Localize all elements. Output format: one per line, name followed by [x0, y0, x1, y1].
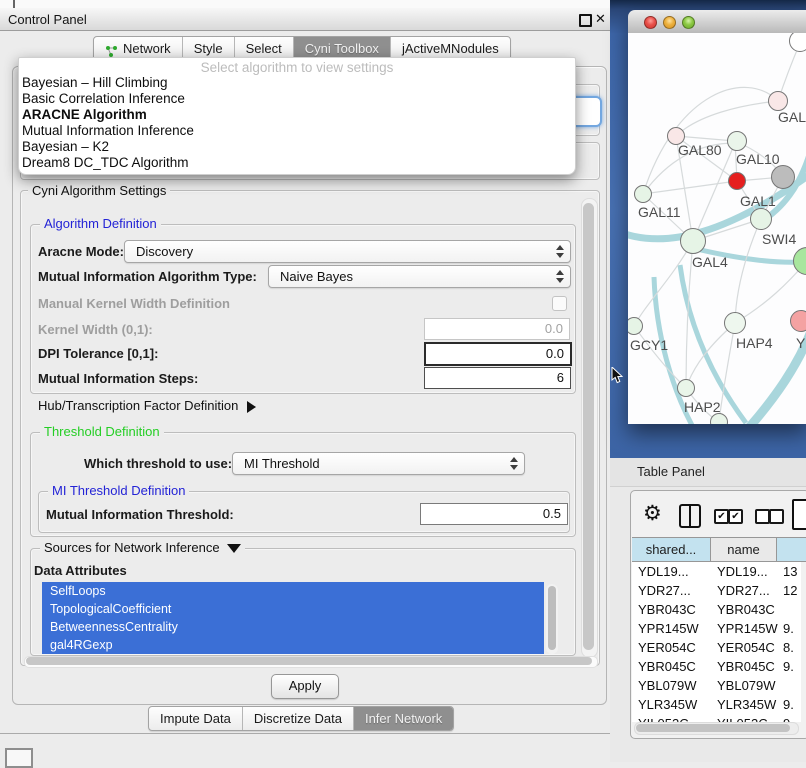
network-node-label: GAL4	[692, 254, 728, 270]
algorithm-option[interactable]: Bayesian – K2	[22, 139, 109, 155]
network-node[interactable]	[727, 131, 747, 151]
kernel-width-label: Kernel Width (0,1):	[38, 322, 153, 337]
network-node-label: GAL80	[678, 142, 722, 158]
network-node[interactable]	[728, 172, 746, 190]
algorithm-option[interactable]: Basic Correlation Inference	[22, 91, 185, 107]
top-strip-divider	[13, 0, 15, 8]
cyni-settings-title: Cyni Algorithm Settings	[28, 184, 170, 198]
stepper-arrows-icon	[510, 456, 519, 471]
algorithm-option[interactable]: Dream8 DC_TDC Algorithm	[22, 155, 189, 171]
algorithm-option[interactable]: Bayesian – Hill Climbing	[22, 75, 168, 91]
data-attributes-label: Data Attributes	[34, 563, 127, 578]
apply-button[interactable]: Apply	[271, 674, 339, 699]
close-icon[interactable]: ✕	[595, 10, 606, 28]
mi-type-label: Mutual Information Algorithm Type:	[38, 269, 257, 284]
algorithm-dropdown-list: Select algorithm to view settings Bayesi…	[18, 57, 576, 175]
threshold-definition-title: Threshold Definition	[40, 425, 164, 439]
dropdown-placeholder: Select algorithm to view settings	[19, 60, 575, 75]
split-columns-icon[interactable]	[679, 504, 701, 528]
aracne-mode-label: Aracne Mode:	[38, 244, 124, 259]
network-view-window[interactable]: GAL GAL80 GAL10 GAL1 GAL11 SWI4 GAL4 GCY1 HAP4 Y H…	[628, 10, 806, 424]
algorithm-definition-title: Algorithm Definition	[40, 217, 161, 231]
tab-infer-network[interactable]: Infer Network	[353, 707, 453, 730]
data-attribute-item[interactable]: BetweennessCentrality	[42, 618, 544, 636]
control-panel-titlebar[interactable]	[0, 8, 610, 31]
which-threshold-select[interactable]: MI Threshold	[232, 452, 525, 475]
data-attribute-item[interactable]: SelfLoops	[42, 582, 544, 600]
mi-steps-field[interactable]: 6	[424, 367, 571, 389]
column-header-shared-name[interactable]: shared...	[632, 537, 711, 562]
mi-steps-label: Mutual Information Steps:	[38, 371, 198, 386]
checked-checkbox-icon[interactable]: ✔	[728, 509, 743, 524]
table-rows[interactable]: YDL19...YDL19...13 YDR27...YDR27...12 YB…	[632, 562, 801, 722]
control-panel-title: Control Panel	[8, 11, 87, 28]
network-node-label: Y	[796, 335, 805, 351]
network-node[interactable]	[790, 310, 806, 332]
dpi-tolerance-label: DPI Tolerance [0,1]:	[38, 346, 158, 361]
network-node-label: GAL	[778, 109, 806, 125]
checked-checkbox-icon[interactable]: ✔	[714, 509, 729, 524]
stepper-arrows-icon	[556, 269, 565, 284]
column-header-name[interactable]: name	[711, 537, 777, 562]
data-attributes-list[interactable]: SelfLoops TopologicalCoefficient Between…	[42, 582, 544, 654]
unchecked-checkbox-icon[interactable]	[755, 509, 770, 524]
network-node-label: SWI4	[762, 231, 796, 247]
network-node[interactable]	[634, 185, 652, 203]
settings-horizontal-scrollbar-thumb[interactable]	[26, 657, 592, 665]
table-panel-title: Table Panel	[637, 464, 705, 479]
bottom-tabbar: Impute Data Discretize Data Infer Networ…	[148, 706, 454, 731]
network-node-label: HAP2	[684, 399, 721, 415]
expand-right-icon	[247, 401, 256, 413]
network-icon	[105, 42, 118, 55]
float-window-icon[interactable]	[579, 14, 592, 27]
network-node-label: HAP4	[736, 335, 773, 351]
mi-type-select[interactable]: Naive Bayes	[268, 265, 571, 288]
table-horizontal-scrollbar-thumb[interactable]	[636, 724, 790, 732]
zoom-traffic-light-icon[interactable]	[682, 16, 695, 29]
algorithm-option[interactable]: Mutual Information Inference	[22, 123, 194, 139]
network-node[interactable]	[771, 165, 795, 189]
network-canvas[interactable]: GAL GAL80 GAL10 GAL1 GAL11 SWI4 GAL4 GCY1 HAP4 Y H…	[628, 33, 806, 424]
partial-bottom-icon[interactable]	[5, 748, 33, 768]
unchecked-checkbox-icon[interactable]	[769, 509, 784, 524]
expand-down-icon	[227, 544, 241, 553]
tab-impute-data[interactable]: Impute Data	[149, 707, 242, 730]
settings-gear-icon[interactable]: ⚙	[643, 501, 662, 527]
stepper-arrows-icon	[556, 244, 565, 259]
data-attribute-item[interactable]: TopologicalCoefficient	[42, 600, 544, 618]
settings-vertical-scrollbar-thumb[interactable]	[583, 203, 594, 650]
attribute-list-scrollbar-thumb[interactable]	[548, 586, 556, 650]
network-node[interactable]	[768, 91, 788, 111]
aracne-mode-select[interactable]: Discovery	[124, 240, 571, 263]
file-icon[interactable]	[792, 499, 806, 530]
network-node-label: GAL10	[736, 151, 780, 167]
column-header-partial[interactable]	[777, 537, 806, 562]
network-node-label: GAL11	[638, 204, 681, 220]
close-traffic-light-icon[interactable]	[644, 16, 657, 29]
network-node-label: GCY1	[630, 337, 668, 353]
hub-definition-toggle[interactable]: Hub/Transcription Factor Definition	[38, 398, 256, 413]
data-attribute-item[interactable]: gal4RGexp	[42, 636, 544, 654]
network-node[interactable]	[680, 228, 706, 254]
manual-kernel-checkbox[interactable]	[552, 296, 567, 311]
mi-threshold-field[interactable]: 0.5	[420, 503, 568, 525]
which-threshold-label: Which threshold to use:	[84, 456, 232, 471]
network-node[interactable]	[750, 208, 772, 230]
network-node-label: GAL1	[740, 193, 776, 209]
mouse-cursor-icon	[611, 367, 625, 385]
network-node[interactable]	[724, 312, 746, 334]
kernel-width-field[interactable]: 0.0	[424, 318, 570, 340]
sources-toggle[interactable]: Sources for Network Inference	[40, 541, 245, 555]
mi-threshold-label: Mutual Information Threshold:	[46, 507, 234, 522]
dpi-tolerance-field[interactable]: 0.0	[424, 342, 572, 366]
minimize-traffic-light-icon[interactable]	[663, 16, 676, 29]
algorithm-option-selected[interactable]: ARACNE Algorithm	[22, 107, 147, 123]
network-node[interactable]	[677, 379, 695, 397]
manual-kernel-label: Manual Kernel Width Definition	[38, 296, 230, 311]
mi-threshold-title: MI Threshold Definition	[48, 484, 189, 498]
tab-discretize-data[interactable]: Discretize Data	[242, 707, 353, 730]
